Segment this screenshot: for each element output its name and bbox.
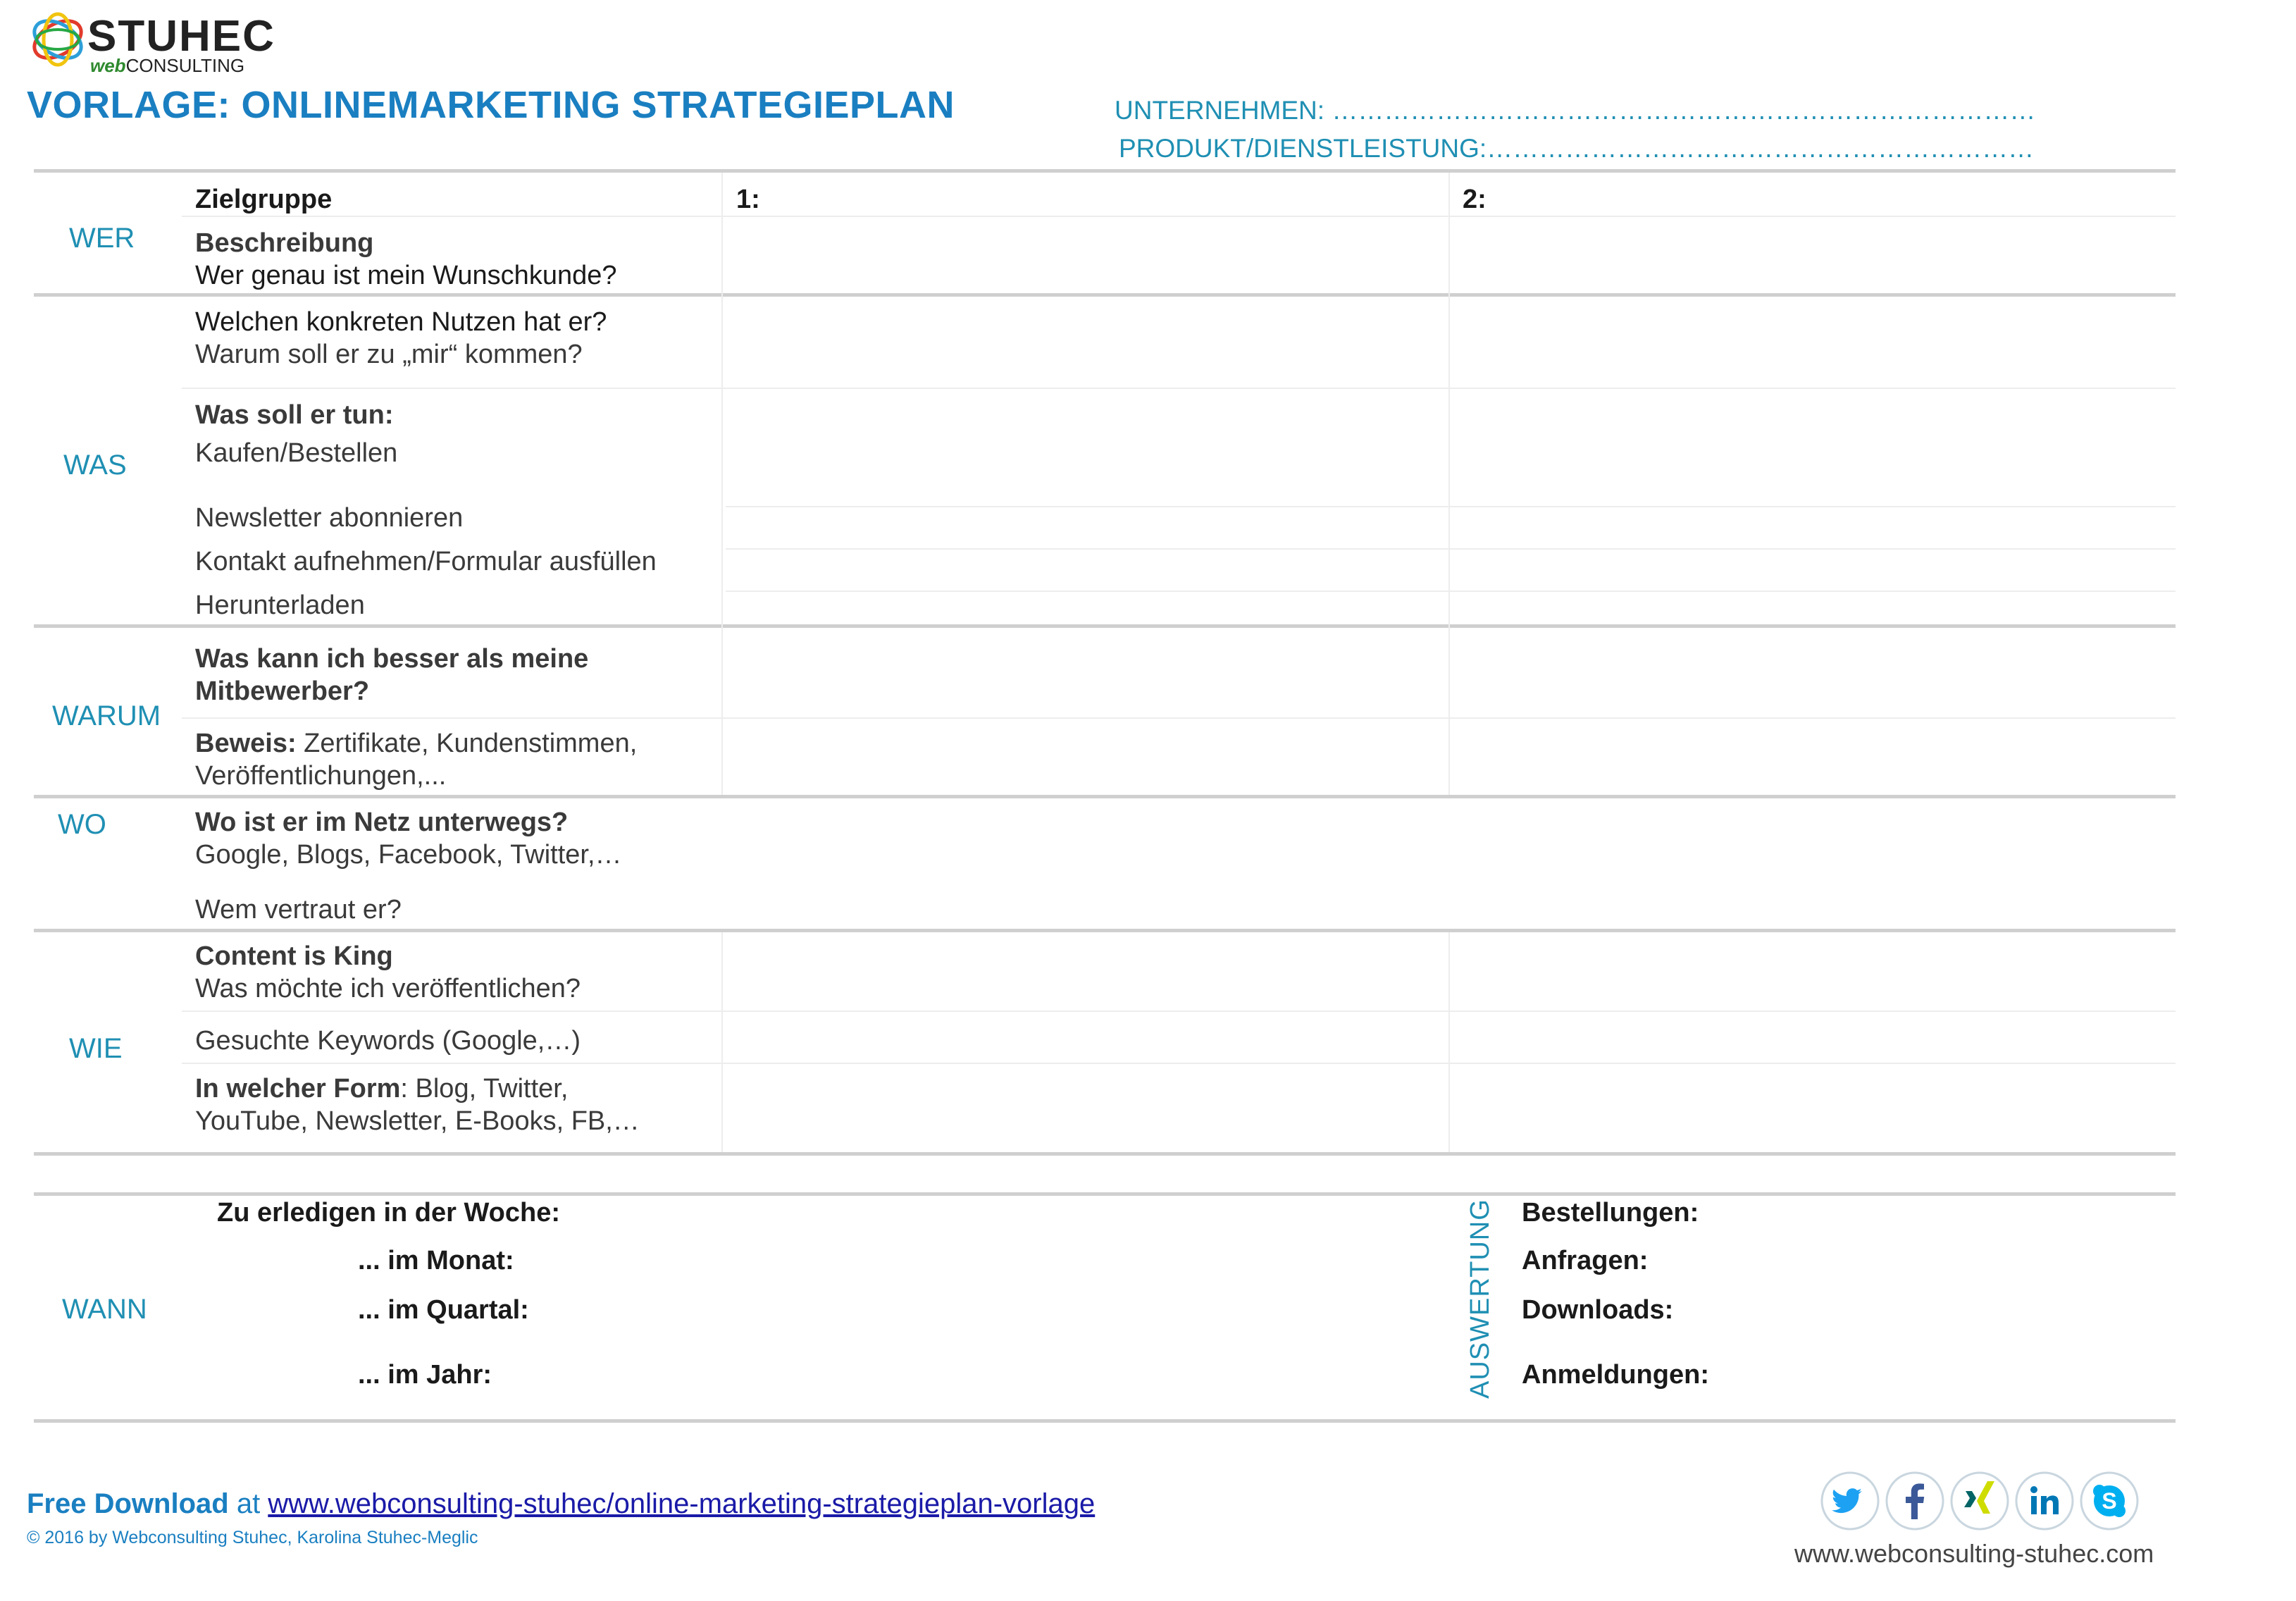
- row-divider: [182, 388, 2176, 389]
- copyright: © 2016 by Webconsulting Stuhec, Karolina…: [27, 1528, 478, 1547]
- website-url[interactable]: www.webconsulting-stuhec.com: [1794, 1539, 2154, 1569]
- row-newsletter: Newsletter abonnieren: [195, 503, 464, 533]
- row-zielgruppe: Zielgruppe: [195, 185, 333, 214]
- facebook-icon[interactable]: [1884, 1470, 1946, 1532]
- row-form-2: YouTube, Newsletter, E-Books, FB,…: [195, 1106, 640, 1136]
- wann-monat: ... im Monat:: [358, 1246, 514, 1275]
- section-label-wann: WANN: [62, 1294, 147, 1325]
- rule-warum-wo: [34, 795, 2176, 798]
- row-kaufen: Kaufen/Bestellen: [195, 438, 398, 468]
- row-besser-2: Mitbewerber?: [195, 676, 370, 706]
- twitter-icon[interactable]: [1819, 1470, 1881, 1532]
- rule-wann-top: [34, 1192, 2176, 1196]
- company-field[interactable]: UNTERNEHMEN: ………………………………………………………………………: [1115, 96, 2035, 125]
- download-link[interactable]: www.webconsulting-stuhec/online-marketin…: [268, 1488, 1095, 1519]
- free-download-label: Free Download: [27, 1488, 229, 1519]
- row-netz-list: Google, Blogs, Facebook, Twitter,…: [195, 840, 622, 870]
- page-title: VORLAGE: ONLINEMARKETING STRATEGIEPLAN: [27, 84, 955, 126]
- logo-ring-icon: [32, 12, 83, 67]
- row-beweis-2: Veröffentlichungen,...: [195, 761, 447, 791]
- kpi-downloads: Downloads:: [1522, 1295, 1674, 1325]
- svg-text:S: S: [2102, 1488, 2116, 1514]
- column-header-1: 1:: [736, 185, 760, 214]
- section-label-wer: WER: [69, 223, 135, 254]
- row-divider: [182, 1063, 2176, 1064]
- col-divider: [1448, 173, 1450, 795]
- row-divider: [726, 591, 2176, 592]
- wann-jahr: ... im Jahr:: [358, 1360, 492, 1390]
- kpi-bestellungen: Bestellungen:: [1522, 1198, 1699, 1228]
- row-beweis: Beweis: Zertifikate, Kundenstimmen,: [195, 729, 638, 758]
- row-kontakt: Kontakt aufnehmen/Formular ausfüllen: [195, 547, 657, 576]
- kpi-anmeldungen: Anmeldungen:: [1522, 1360, 1709, 1390]
- wann-quartal: ... im Quartal:: [358, 1295, 529, 1325]
- col-divider: [1448, 932, 1450, 1152]
- table-top-rule: [34, 169, 2176, 173]
- row-was-tun: Was soll er tun:: [195, 400, 394, 430]
- linkedin-icon[interactable]: [2013, 1470, 2075, 1532]
- row-divider: [726, 506, 2176, 507]
- logo-wordmark: STUHEC: [87, 12, 275, 61]
- row-keywords: Gesuchte Keywords (Google,…): [195, 1026, 581, 1056]
- col-divider: [721, 173, 723, 795]
- skype-icon[interactable]: S: [2078, 1470, 2140, 1532]
- rule-wer-was: [34, 293, 2176, 297]
- row-form: In welcher Form: Blog, Twitter,: [195, 1074, 569, 1104]
- row-divider: [182, 717, 2176, 719]
- col-divider: [721, 932, 723, 1152]
- row-veroeffentlichen: Was möchte ich veröffentlichen?: [195, 974, 581, 1003]
- section-label-wo: WO: [58, 809, 106, 840]
- rule-wo-wie: [34, 929, 2176, 932]
- product-field[interactable]: PRODUKT/DIENSTLEISTUNG:………………………………………………: [1119, 134, 2034, 163]
- row-beschreibung: Beschreibung: [195, 228, 374, 258]
- row-content-king: Content is King: [195, 941, 393, 971]
- section-label-warum: WARUM: [52, 700, 161, 731]
- row-divider: [726, 548, 2176, 550]
- kpi-anfragen: Anfragen:: [1522, 1246, 1649, 1275]
- row-nutzen: Welchen konkreten Nutzen hat er?: [195, 307, 607, 337]
- section-label-was: WAS: [63, 450, 127, 481]
- column-header-2: 2:: [1463, 185, 1487, 214]
- row-netz: Wo ist er im Netz unterwegs?: [195, 808, 569, 837]
- rule-was-warum: [34, 624, 2176, 628]
- auswertung-label: AUSWERTUNG: [1465, 1199, 1495, 1399]
- section-label-wie: WIE: [69, 1033, 123, 1064]
- wann-woche: Zu erledigen in der Woche:: [217, 1198, 561, 1228]
- row-vertraut: Wem vertraut er?: [195, 895, 402, 925]
- at-label: at: [228, 1488, 268, 1519]
- xing-icon[interactable]: [1949, 1470, 2011, 1532]
- row-besser-1: Was kann ich besser als meine: [195, 644, 589, 674]
- row-divider: [182, 1010, 2176, 1012]
- row-wunschkunde: Wer genau ist mein Wunschkunde?: [195, 261, 617, 290]
- logo-subtitle: webCONSULTING: [90, 55, 245, 76]
- company-logo: STUHEC webCONSULTING: [28, 10, 274, 76]
- free-download-line: Free Download at www.webconsulting-stuhe…: [27, 1488, 1095, 1520]
- row-divider: [182, 216, 2176, 217]
- rule-wann-bottom: [34, 1419, 2176, 1423]
- rule-wie-end: [34, 1152, 2176, 1156]
- row-herunterladen: Herunterladen: [195, 591, 365, 620]
- row-warum-mir: Warum soll er zu „mir“ kommen?: [195, 340, 583, 369]
